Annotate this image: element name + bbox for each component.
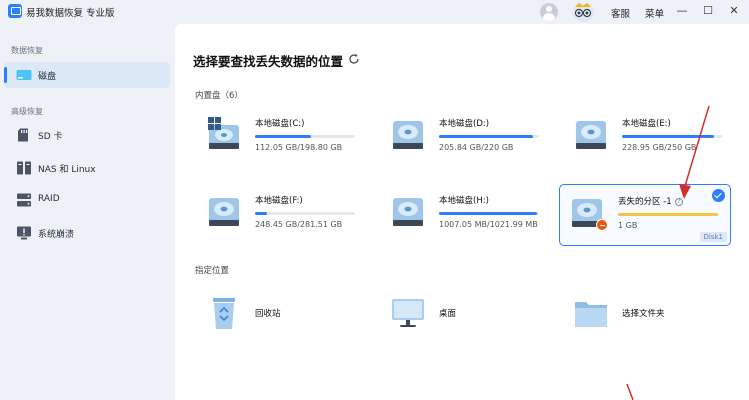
folder-icon: [575, 302, 607, 327]
minimize-button[interactable]: —: [675, 4, 689, 18]
sidebar-item-raid[interactable]: RAID: [4, 187, 170, 213]
lost-badge-icon: [596, 219, 608, 231]
disk-size: 1 GB: [618, 221, 638, 230]
page-title: 选择要查找丢失数据的位置: [193, 54, 344, 69]
disk-size: 1007.05 MB/1021.99 MB: [439, 220, 538, 229]
hard-drive-icon: [393, 198, 423, 226]
disk-usage-fill: [439, 212, 537, 215]
hard-drive-icon: [393, 121, 423, 149]
disk-name: 本地磁盘(H:): [439, 196, 489, 206]
disk-usage-bar: [255, 212, 355, 215]
disk-usage-fill: [618, 213, 718, 216]
disk-usage-fill: [255, 212, 267, 215]
sidebar-item-label: SD 卡: [38, 132, 63, 142]
refresh-icon[interactable]: [348, 53, 360, 65]
windows-drive-icon: [208, 117, 239, 149]
vip-owl-icon[interactable]: [570, 1, 596, 23]
disk-usage-bar: [439, 212, 539, 215]
disk-usage-fill: [439, 135, 533, 138]
menu-button[interactable]: 菜单: [645, 6, 664, 20]
app-logo-icon: [8, 4, 22, 18]
sidebar-section-advanced: 高级恢复: [11, 107, 43, 116]
disk-name: 本地磁盘(E:): [622, 119, 671, 129]
annotation-arrow-tail-icon: [626, 383, 634, 400]
main-panel: 选择要查找丢失数据的位置 内置盘（6） 本地磁盘(C:) 112.05 GB/1…: [175, 24, 749, 400]
disk-size: 205.84 GB/220 GB: [439, 143, 514, 152]
location-recycle-bin[interactable]: 回收站: [197, 292, 369, 336]
disk-usage-bar: [618, 213, 718, 216]
sidebar-item-disk[interactable]: 磁盘: [4, 62, 170, 88]
disk-item-c[interactable]: 本地磁盘(C:) 112.05 GB/198.80 GB: [197, 107, 369, 169]
sidebar-item-system-crash[interactable]: 系统崩溃: [4, 220, 170, 246]
disk-item-d[interactable]: 本地磁盘(D:) 205.84 GB/220 GB: [381, 107, 553, 169]
sidebar-item-label: 磁盘: [38, 72, 57, 82]
raid-icon: [17, 193, 31, 207]
sd-card-icon: [18, 128, 28, 142]
system-crash-icon: [17, 226, 31, 240]
disk-item-h[interactable]: 本地磁盘(H:) 1007.05 MB/1021.99 MB: [381, 184, 553, 246]
maximize-button[interactable]: ☐: [701, 4, 715, 18]
disk-name: 本地磁盘(C:): [255, 119, 305, 129]
recycle-bin-icon: [213, 298, 235, 329]
location-label: 选择文件夹: [622, 309, 665, 319]
disk-item-f[interactable]: 本地磁盘(F:) 248.45 GB/281.51 GB: [197, 184, 369, 246]
disk-usage-bar: [255, 135, 355, 138]
hard-drive-icon: [576, 121, 606, 149]
sidebar-item-label: NAS 和 Linux: [38, 165, 96, 175]
active-indicator: [4, 67, 7, 83]
sidebar: 数据恢复 磁盘 高级恢复 SD 卡 NAS 和 Linux RAID 系统崩溃: [0, 24, 175, 400]
app-title: 易我数据恢复 专业版: [26, 8, 115, 19]
customer-service-button[interactable]: 客服: [611, 6, 630, 20]
location-desktop[interactable]: 桌面: [381, 292, 553, 336]
sidebar-item-label: 系统崩溃: [38, 230, 75, 240]
disk-name: 本地磁盘(D:): [439, 119, 490, 129]
disk-name: 丢失的分区 -1: [618, 197, 672, 207]
disk-usage-bar: [439, 135, 539, 138]
close-button[interactable]: ✕: [727, 4, 741, 18]
disk-icon: [16, 70, 32, 80]
user-avatar-icon[interactable]: [540, 3, 558, 21]
sidebar-item-nas-linux[interactable]: NAS 和 Linux: [4, 155, 170, 181]
sidebar-section-data-recovery: 数据恢复: [11, 46, 43, 55]
disk-name: 本地磁盘(F:): [255, 196, 303, 206]
location-choose-folder[interactable]: 选择文件夹: [564, 292, 736, 336]
desktop-icon: [392, 299, 424, 327]
disk-tag: Disk1: [699, 232, 727, 242]
sidebar-item-label: RAID: [38, 194, 60, 204]
sidebar-item-sd-card[interactable]: SD 卡: [4, 122, 170, 148]
location-label: 桌面: [439, 309, 457, 319]
title-bar: 易我数据恢复 专业版 客服 菜单 — ☐ ✕: [0, 0, 749, 24]
nas-icon: [17, 161, 31, 175]
disk-usage-fill: [255, 135, 311, 138]
disk-size: 112.05 GB/198.80 GB: [255, 143, 343, 152]
specified-locations-label: 指定位置: [195, 266, 230, 276]
internal-disks-label: 内置盘（6）: [195, 91, 243, 101]
location-label: 回收站: [255, 309, 281, 319]
annotation-arrow-icon: [679, 105, 710, 199]
disk-size: 248.45 GB/281.51 GB: [255, 220, 343, 229]
hard-drive-icon: [209, 198, 239, 226]
